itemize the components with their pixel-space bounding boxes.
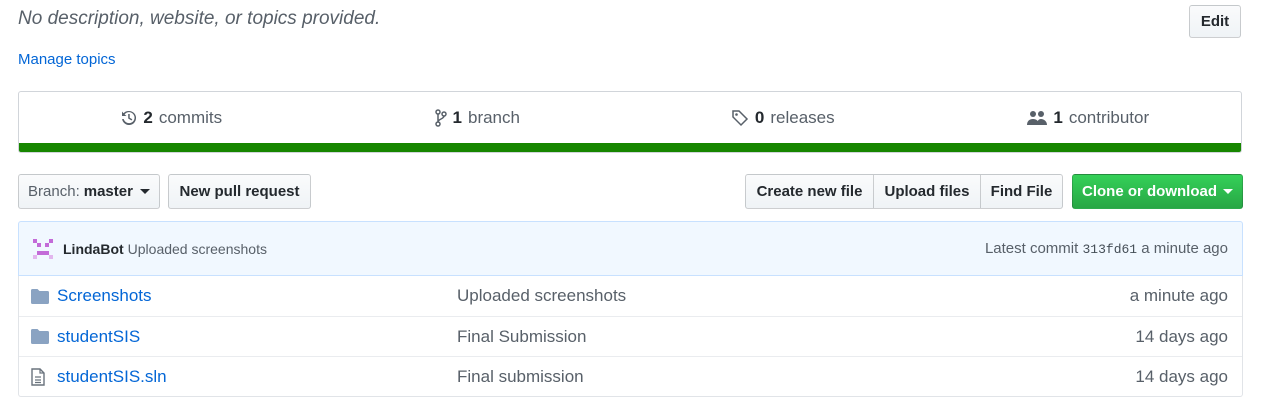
file-name-link[interactable]: studentSIS.sln bbox=[57, 367, 457, 387]
new-pull-request-button[interactable]: New pull request bbox=[168, 174, 311, 209]
file-row: Screenshots Uploaded screenshots a minut… bbox=[19, 276, 1242, 316]
language-bar[interactable] bbox=[19, 143, 1241, 152]
manage-topics-link[interactable]: Manage topics bbox=[18, 51, 116, 68]
people-icon bbox=[1027, 111, 1048, 125]
upload-files-button[interactable]: Upload files bbox=[873, 174, 981, 209]
contributors-count: 1 bbox=[1053, 108, 1063, 127]
file-row: studentSIS Final Submission 14 days ago bbox=[19, 316, 1242, 356]
avatar[interactable] bbox=[33, 238, 53, 259]
caret-down-icon bbox=[139, 189, 150, 194]
create-new-file-button[interactable]: Create new file bbox=[745, 174, 874, 209]
releases-count: 0 bbox=[754, 108, 765, 127]
edit-button[interactable]: Edit bbox=[1189, 5, 1241, 38]
file-name-link[interactable]: Screenshots bbox=[57, 286, 457, 306]
commit-author[interactable]: LindaBot bbox=[63, 241, 124, 257]
latest-commit-label: Latest commit bbox=[984, 240, 1079, 257]
commits-label: commits bbox=[158, 108, 223, 127]
file-row: studentSIS.sln Final submission 14 days … bbox=[19, 356, 1242, 396]
file-commit-message[interactable]: Final submission bbox=[457, 367, 584, 387]
releases-label: releases bbox=[770, 108, 835, 127]
file-actions-group: Create new file Upload files Find File bbox=[745, 174, 1063, 209]
tag-icon bbox=[732, 110, 748, 127]
commit-sha[interactable]: 313fd61 bbox=[1082, 242, 1137, 257]
file-icon bbox=[31, 367, 51, 386]
file-age: 14 days ago bbox=[1135, 326, 1228, 346]
clone-download-button[interactable]: Clone or download bbox=[1072, 174, 1243, 209]
file-list: Screenshots Uploaded screenshots a minut… bbox=[18, 276, 1243, 397]
contributors-label: contributor bbox=[1068, 108, 1150, 127]
commits-count: 2 bbox=[143, 108, 153, 127]
latest-commit-bar: LindaBot Uploaded screenshots Latest com… bbox=[18, 221, 1243, 276]
commit-message[interactable]: Uploaded screenshots bbox=[128, 241, 267, 257]
releases-stat[interactable]: 0 releases bbox=[630, 92, 936, 144]
branch-label: branch bbox=[467, 108, 520, 127]
history-icon bbox=[122, 110, 137, 125]
latest-commit-info: Latest commit 313fd61 a minute ago bbox=[985, 240, 1228, 257]
branch-stat[interactable]: 1 branch bbox=[325, 92, 631, 144]
contributors-stat[interactable]: 1 contributor bbox=[936, 92, 1242, 144]
repo-summary: 2 commits 1 branch 0 releases 1 contribu… bbox=[18, 91, 1242, 153]
commits-stat[interactable]: 2 commits bbox=[19, 92, 325, 144]
clone-label: Clone or download bbox=[1082, 183, 1217, 200]
file-age: 14 days ago bbox=[1135, 366, 1228, 386]
commit-age: a minute ago bbox=[1141, 240, 1228, 257]
folder-icon bbox=[31, 329, 51, 344]
git-branch-icon bbox=[434, 109, 447, 127]
file-commit-message[interactable]: Final Submission bbox=[457, 327, 586, 347]
file-age: a minute ago bbox=[1129, 286, 1228, 305]
branch-name: master bbox=[83, 183, 133, 200]
file-commit-message[interactable]: Uploaded screenshots bbox=[457, 286, 626, 306]
file-name-link[interactable]: studentSIS bbox=[57, 327, 457, 347]
branch-select-button[interactable]: Branch: master bbox=[18, 174, 160, 209]
branch-count: 1 bbox=[452, 108, 462, 127]
find-file-button[interactable]: Find File bbox=[980, 174, 1063, 209]
branch-prefix: Branch: bbox=[28, 183, 80, 200]
folder-icon bbox=[31, 288, 51, 304]
repo-description: No description, website, or topics provi… bbox=[18, 8, 381, 29]
caret-down-icon bbox=[1223, 189, 1233, 194]
